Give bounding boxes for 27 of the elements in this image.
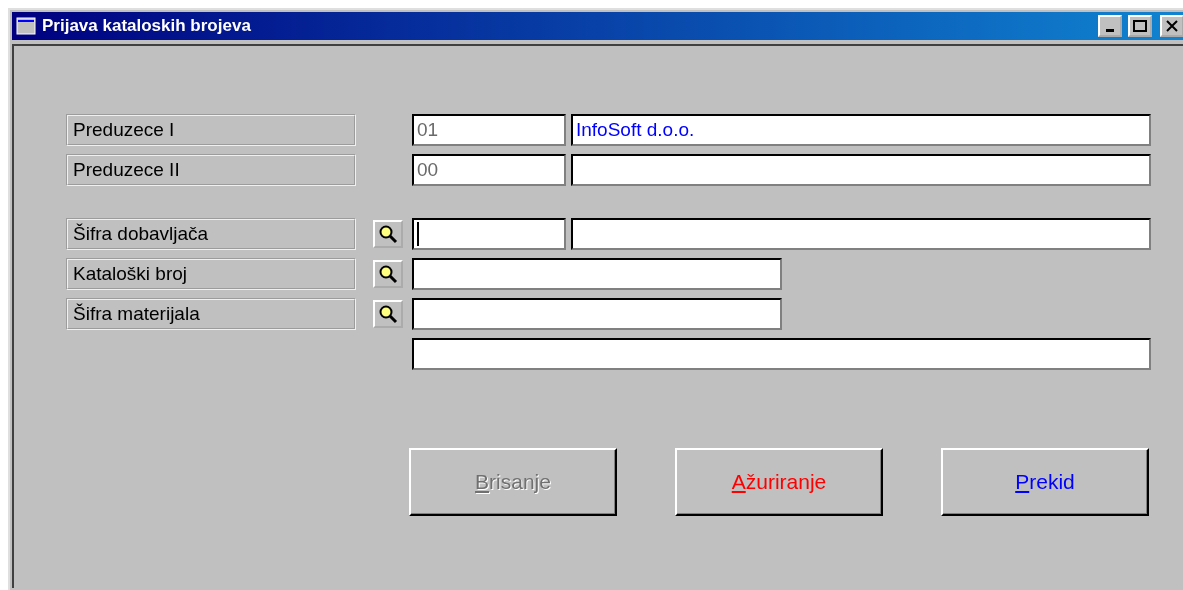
field-label: Kataloški broj xyxy=(66,258,356,290)
close-button[interactable] xyxy=(1160,15,1183,37)
field-label: Šifra dobavljača xyxy=(66,218,356,250)
input-field[interactable] xyxy=(412,338,1151,370)
field-label: Šifra materijala xyxy=(66,298,356,330)
minimize-button[interactable] xyxy=(1098,15,1122,37)
field-label: Preduzece II xyxy=(66,154,356,186)
magnifier-icon xyxy=(378,304,398,324)
magnifier-icon xyxy=(378,264,398,284)
close-icon xyxy=(1166,20,1178,32)
lookup-button[interactable] xyxy=(373,300,403,328)
input-field[interactable] xyxy=(412,298,782,330)
minimize-icon xyxy=(1106,29,1114,32)
input-field[interactable] xyxy=(412,218,566,250)
lookup-button[interactable] xyxy=(373,260,403,288)
maximize-icon xyxy=(1133,20,1147,32)
action-button[interactable]: Prekid xyxy=(941,448,1149,516)
lookup-button[interactable] xyxy=(373,220,403,248)
input-field[interactable] xyxy=(571,218,1151,250)
input-field[interactable] xyxy=(412,258,782,290)
input-field[interactable]: InfoSoft d.o.o. xyxy=(571,114,1151,146)
magnifier-icon xyxy=(378,224,398,244)
window-icon xyxy=(16,17,36,35)
window-title: Prijava kataloskih brojeva xyxy=(42,16,252,36)
maximize-button[interactable] xyxy=(1128,15,1152,37)
field-label: Preduzece I xyxy=(66,114,356,146)
input-field[interactable] xyxy=(571,154,1151,186)
